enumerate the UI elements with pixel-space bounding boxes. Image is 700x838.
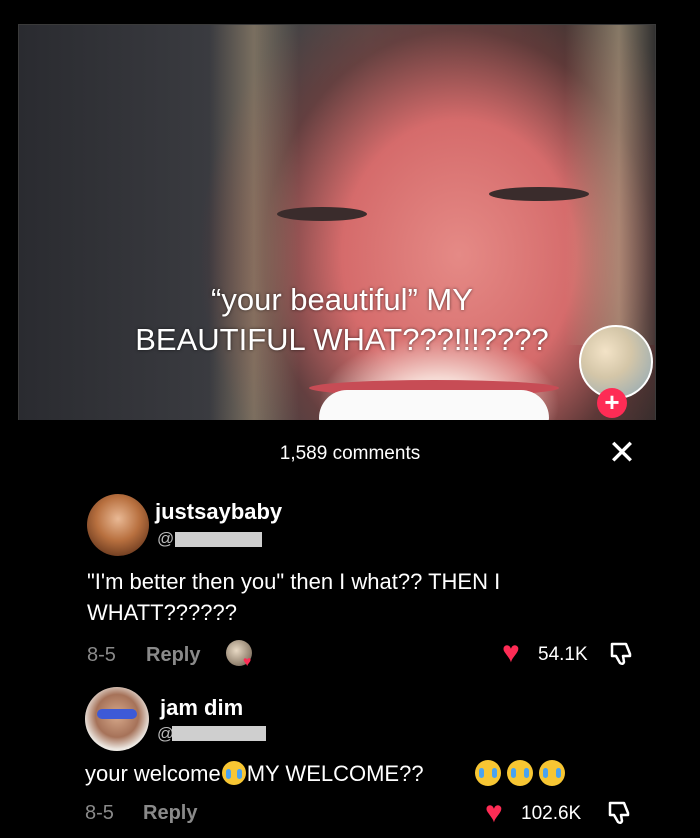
dislike-icon[interactable]: [608, 640, 634, 666]
loudly-crying-emoji-icon: [507, 760, 533, 786]
comment-date: 8-5: [87, 644, 116, 666]
video-caption: “your beautiful” MY BEAUTIFUL WHAT???!!!…: [19, 280, 655, 360]
video-caption-line1: “your beautiful” MY: [211, 282, 473, 317]
reply-button[interactable]: Reply: [143, 802, 197, 825]
reply-button[interactable]: Reply: [146, 644, 200, 667]
dislike-icon[interactable]: [606, 799, 632, 825]
comment-text: your welcome MY WELCOME??: [85, 758, 424, 789]
comment-text-line2: WHATT??????: [87, 600, 237, 625]
comment-text-line1: "I'm better then you" then I what?? THEN…: [87, 569, 501, 594]
video-eye-left: [277, 207, 367, 221]
comment-date: 8-5: [85, 802, 114, 824]
comment-handle: @: [157, 529, 175, 548]
avatar[interactable]: [87, 494, 149, 556]
avatar-glasses: [97, 709, 137, 719]
comment-text-part2: MY WELCOME??: [246, 761, 424, 786]
loudly-crying-emoji-icon: [221, 761, 246, 785]
close-icon[interactable]: ✕: [607, 436, 637, 470]
loudly-crying-emoji-icon: [475, 760, 501, 786]
avatar[interactable]: [85, 687, 149, 751]
like-count: 102.6K: [521, 803, 582, 824]
plus-icon[interactable]: +: [597, 388, 627, 418]
like-count: 54.1K: [538, 644, 588, 665]
loudly-crying-emoji-icon: [539, 760, 565, 786]
comments-count: 1,589 comments: [279, 443, 421, 464]
comment-username[interactable]: justsaybaby: [155, 499, 282, 525]
video-caption-line2: BEAUTIFUL WHAT???!!!????: [135, 322, 549, 357]
heart-icon[interactable]: ♥: [502, 638, 520, 668]
video-frame[interactable]: “your beautiful” MY BEAUTIFUL WHAT???!!!…: [18, 24, 656, 426]
redaction-bar: [172, 726, 266, 741]
video-eye-right: [489, 187, 589, 201]
heart-icon: ♥: [243, 653, 252, 669]
video-hair-left: [209, 25, 299, 425]
comment-text-part1: your welcome: [85, 761, 221, 786]
comment-text: "I'm better then you" then I what?? THEN…: [87, 566, 500, 628]
comment-username[interactable]: jam dim: [160, 695, 243, 721]
redaction-bar: [175, 532, 262, 547]
emoji-row: [474, 760, 570, 787]
heart-icon[interactable]: ♥: [485, 798, 503, 828]
